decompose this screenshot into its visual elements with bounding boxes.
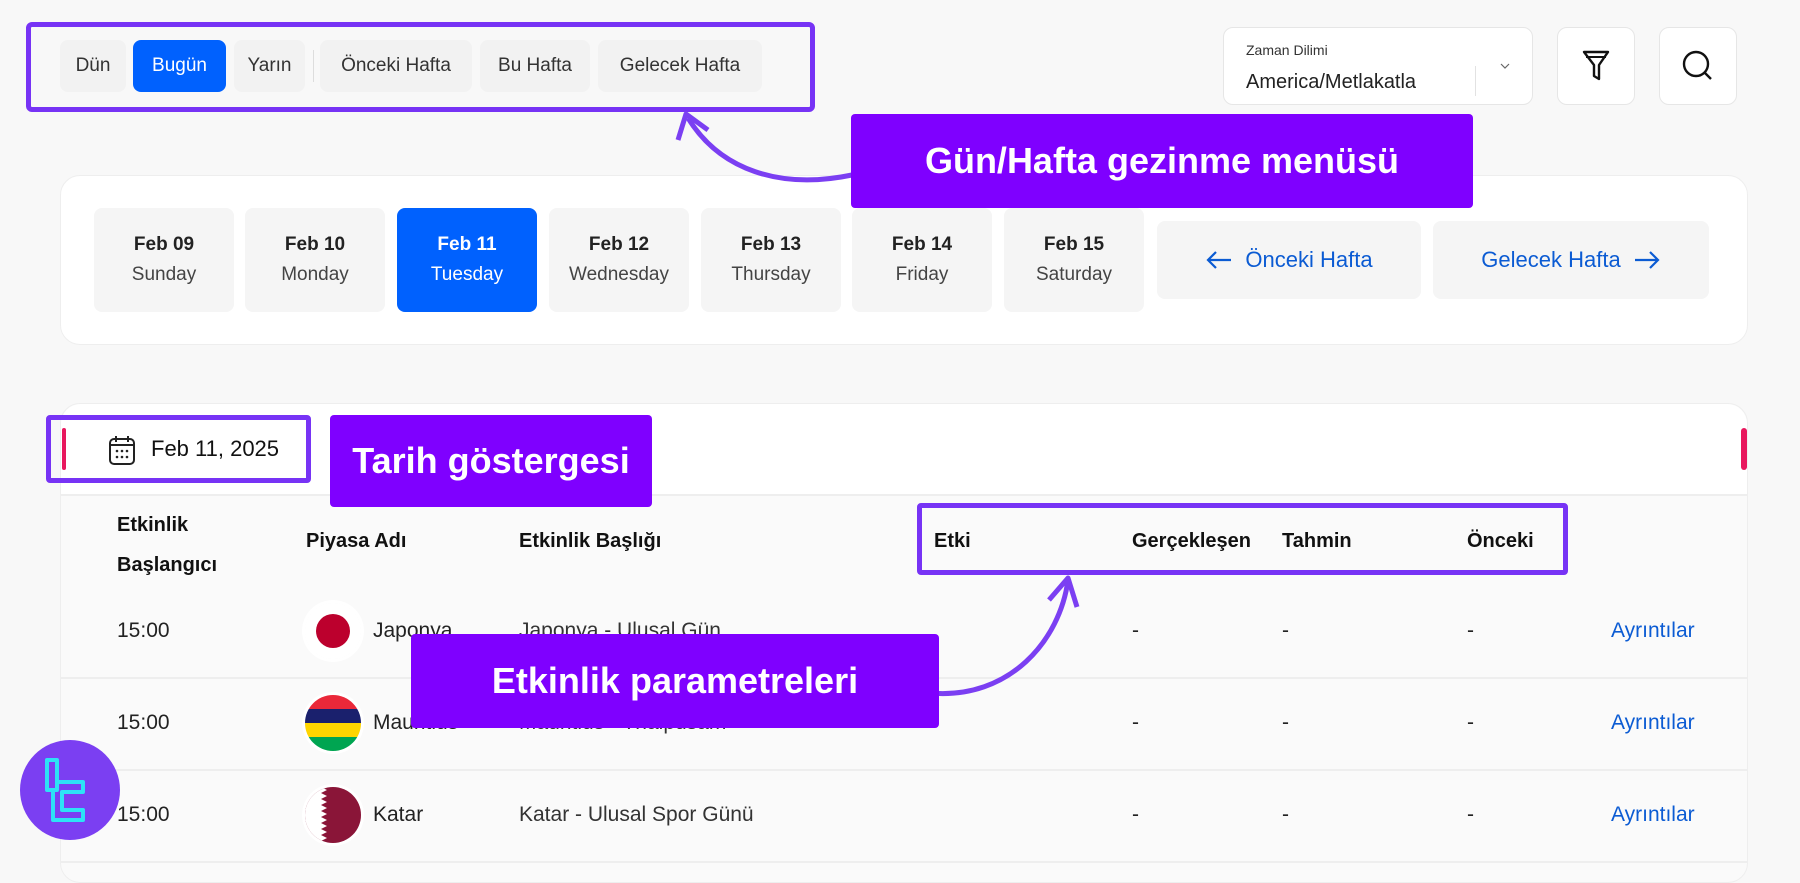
date-indicator-bar-right — [1741, 428, 1747, 470]
annotation-box-params — [917, 503, 1568, 575]
day-date: Feb 12 — [588, 234, 650, 255]
day-card[interactable]: Feb 15 Saturday — [1004, 208, 1144, 312]
event-time: 15:00 — [117, 711, 170, 734]
previous-week-button[interactable]: Önceki Hafta — [1157, 221, 1421, 299]
search-button[interactable] — [1659, 27, 1737, 105]
day-card[interactable]: Feb 09 Sunday — [94, 208, 234, 312]
event-actual: - — [1132, 711, 1139, 734]
day-date: Feb 14 — [891, 234, 953, 255]
header-title: Etkinlik Başlığı — [519, 530, 662, 552]
row-divider — [61, 861, 1747, 863]
annotation-nav-menu: Gün/Hafta gezinme menüsü — [851, 114, 1473, 208]
timezone-label: Zaman Dilimi — [1246, 42, 1328, 58]
nav-next-week[interactable]: Gelecek Hafta — [598, 40, 762, 92]
logo-icon — [45, 758, 85, 822]
details-link[interactable]: Ayrıntılar — [1611, 619, 1695, 643]
arrow-left-icon — [1206, 251, 1232, 269]
day-date: Feb 10 — [284, 234, 346, 255]
header-start: Etkinlik Başlangıcı — [117, 514, 218, 576]
nav-previous-week[interactable]: Önceki Hafta — [320, 40, 472, 92]
arrow-nav — [685, 116, 853, 183]
brand-logo — [20, 740, 120, 840]
next-week-button[interactable]: Gelecek Hafta — [1433, 221, 1709, 299]
event-title: Katar - Ulusal Spor Günü — [519, 803, 754, 826]
event-actual: - — [1132, 803, 1139, 826]
search-icon — [1682, 50, 1712, 80]
details-link[interactable]: Ayrıntılar — [1611, 803, 1695, 827]
market-name: Katar — [373, 803, 424, 826]
day-weekday: Thursday — [731, 264, 811, 285]
event-actual: - — [1132, 619, 1139, 642]
select-divider — [1475, 66, 1476, 96]
event-previous: - — [1467, 619, 1474, 642]
event-previous: - — [1467, 803, 1474, 826]
table-top — [61, 404, 1747, 496]
day-card[interactable]: Feb 10 Monday — [245, 208, 385, 312]
chevron-down-icon — [1500, 63, 1510, 69]
arrowhead-nav — [675, 111, 710, 141]
country-flag — [305, 695, 361, 751]
day-date: Feb 15 — [1043, 234, 1105, 255]
nav-this-week[interactable]: Bu Hafta — [480, 40, 590, 92]
day-date: Feb 13 — [740, 234, 802, 255]
nav-today[interactable]: Bugün — [133, 40, 226, 92]
event-forecast: - — [1282, 803, 1289, 826]
day-card[interactable]: Feb 14 Friday — [852, 208, 992, 312]
filter-icon — [1582, 50, 1610, 81]
row-divider — [61, 769, 1747, 771]
nav-tomorrow[interactable]: Yarın — [234, 40, 305, 92]
event-time: 15:00 — [117, 619, 170, 642]
nav-yesterday[interactable]: Dün — [60, 40, 126, 92]
event-previous: - — [1467, 711, 1474, 734]
day-weekday: Friday — [895, 264, 949, 285]
previous-week-label: Önceki Hafta — [1245, 247, 1373, 272]
timezone-value: America/Metlakatla — [1246, 71, 1417, 93]
day-card[interactable]: Feb 11 Tuesday — [397, 208, 537, 312]
event-forecast: - — [1282, 619, 1289, 642]
filter-button[interactable] — [1557, 27, 1635, 105]
day-weekday: Monday — [281, 264, 349, 285]
timezone-select[interactable]: Zaman Dilimi America/Metlakatla — [1223, 27, 1533, 105]
header-market: Piyasa Adı — [306, 530, 407, 552]
nav-divider — [313, 50, 314, 82]
day-weekday: Tuesday — [430, 264, 504, 285]
day-date: Feb 11 — [437, 234, 497, 255]
event-forecast: - — [1282, 711, 1289, 734]
day-weekday: Wednesday — [569, 264, 669, 285]
day-weekday: Sunday — [131, 264, 197, 285]
event-time: 15:00 — [117, 803, 170, 826]
country-flag — [305, 603, 361, 659]
day-date: Feb 09 — [133, 234, 195, 255]
details-link[interactable]: Ayrıntılar — [1611, 711, 1695, 735]
day-weekday: Saturday — [1035, 264, 1113, 285]
next-week-label: Gelecek Hafta — [1481, 247, 1621, 272]
country-flag — [305, 787, 361, 843]
arrow-right-icon — [1634, 251, 1660, 269]
annotation-event-params: Etkinlik parametreleri — [411, 634, 939, 728]
day-card[interactable]: Feb 13 Thursday — [701, 208, 841, 312]
annotation-date-indicator: Tarih göstergesi — [330, 415, 652, 507]
day-card[interactable]: Feb 12 Wednesday — [549, 208, 689, 312]
annotation-box-date — [46, 415, 311, 483]
